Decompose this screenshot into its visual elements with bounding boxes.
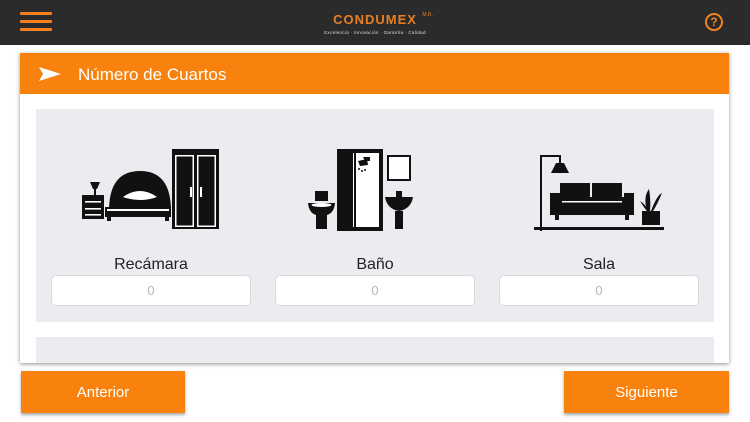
logo-title: CONDUMEX M.R.: [333, 12, 433, 27]
rooms-panel: Recámara 0 Baño 0 Sala 0: [36, 109, 714, 322]
bedroom-count-input[interactable]: [51, 275, 251, 306]
previous-button[interactable]: Anterior: [21, 371, 185, 413]
arrow-right-icon: [39, 67, 61, 81]
room-label-bedroom: Recámara: [114, 256, 188, 273]
room-living: Sala: [499, 109, 699, 322]
living-room-icon: [534, 155, 664, 231]
room-bathroom: Baño: [275, 109, 475, 322]
top-bar: CONDUMEX M.R. Excelencia · Innovación · …: [0, 0, 750, 45]
card-header: Número de Cuartos: [20, 53, 729, 94]
brand-logo: CONDUMEX M.R. Excelencia · Innovación · …: [0, 11, 750, 35]
living-room-count-input[interactable]: [499, 275, 699, 306]
room-bedroom: Recámara: [51, 109, 251, 322]
rooms-card: Número de Cuartos Recámara 0 Baño 0 Sala…: [20, 53, 729, 363]
room-label-living: Sala: [582, 256, 616, 273]
logo-title-text: CONDUMEX: [333, 12, 417, 27]
next-button[interactable]: Siguiente: [564, 371, 729, 413]
page-title: Número de Cuartos: [78, 65, 227, 84]
logo-trademark: M.R.: [422, 12, 433, 18]
question-circle-icon[interactable]: ?: [705, 13, 723, 31]
logo-tagline: Excelencia · Innovación · Garantía · Cal…: [324, 30, 426, 35]
room-label-bathroom: Baño: [356, 256, 394, 273]
bedroom-icon: [82, 149, 219, 229]
bathroom-icon: [308, 149, 413, 231]
bathroom-count-input[interactable]: [275, 275, 475, 306]
rooms-panel-next: [36, 337, 714, 363]
